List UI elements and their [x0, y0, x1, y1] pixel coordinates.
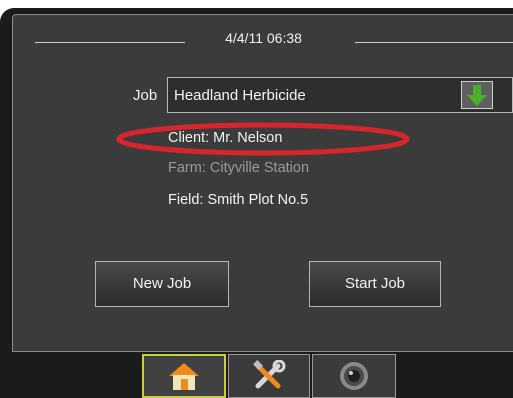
farm-info: Farm: Cityville Station	[168, 160, 310, 176]
device-screen: 4/4/11 06:38 Job Headland Herbicide Clie…	[0, 8, 513, 398]
start-job-button[interactable]: Start Job	[309, 261, 441, 307]
job-dropdown-button[interactable]	[461, 81, 493, 109]
job-select-value: Headland Herbicide	[174, 87, 306, 104]
camera-icon	[340, 362, 368, 390]
tools-icon	[253, 360, 286, 389]
tab-tools[interactable]	[228, 354, 310, 398]
new-job-button[interactable]: New Job	[95, 261, 229, 307]
tab-camera[interactable]	[312, 354, 396, 398]
arrow-down-icon	[467, 85, 487, 106]
job-select[interactable]: Headland Herbicide	[167, 77, 513, 113]
home-icon	[169, 363, 199, 390]
client-info: Client: Mr. Nelson	[168, 130, 283, 146]
date-time: 4/4/11 06:38	[225, 30, 302, 46]
field-info: Field: Smith Plot No.5	[168, 192, 309, 208]
home-panel: 4/4/11 06:38 Job Headland Herbicide Clie…	[12, 14, 513, 352]
job-label: Job	[133, 87, 158, 104]
tab-home[interactable]	[142, 354, 226, 398]
